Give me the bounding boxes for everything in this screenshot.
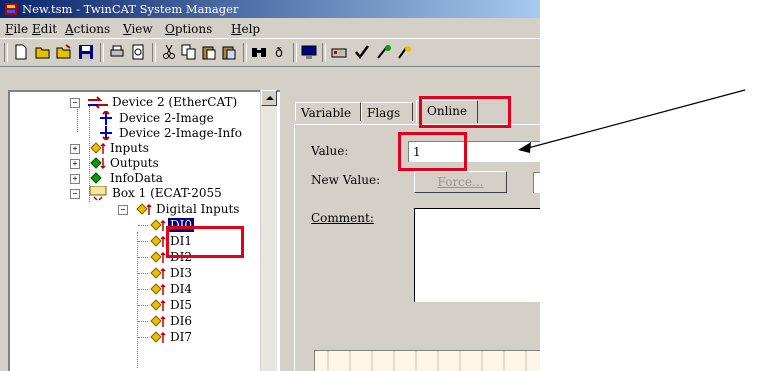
tree-item-di4[interactable]: DI4: [138, 282, 268, 297]
tab-flags[interactable]: Flags: [361, 102, 413, 121]
highlight-online-tab: [419, 96, 511, 128]
toolbar: ð: [0, 38, 540, 67]
open-alt-icon[interactable]: [56, 44, 72, 60]
window-title: New.tsm - TwinCAT System Manager: [22, 2, 239, 16]
collapse-icon[interactable]: −: [118, 205, 128, 215]
tree-item-outputs[interactable]: + Outputs: [66, 156, 266, 171]
ethercat-device-icon: [88, 96, 108, 109]
collapse-icon[interactable]: −: [70, 98, 80, 108]
svg-text:ð: ð: [275, 46, 283, 60]
di-variable-icon: [150, 219, 166, 231]
paste-special-icon[interactable]: [221, 44, 237, 60]
paste-icon[interactable]: [201, 44, 217, 60]
box-module-icon: [89, 186, 107, 201]
menu-file[interactable]: File: [5, 22, 28, 36]
open-icon[interactable]: [35, 44, 51, 60]
expand-icon[interactable]: +: [70, 159, 80, 169]
menu-view[interactable]: View: [123, 22, 153, 36]
infodata-icon: [90, 172, 102, 184]
activate-icon[interactable]: [376, 44, 392, 60]
tab-variable[interactable]: Variable: [295, 102, 361, 121]
print-icon[interactable]: [109, 44, 125, 60]
tree-item-infodata[interactable]: + InfoData: [66, 171, 266, 186]
title-bar: New.tsm - TwinCAT System Manager: [0, 0, 540, 18]
find-icon[interactable]: [251, 44, 267, 60]
device-icon[interactable]: [331, 44, 347, 60]
di-variable-icon: [150, 299, 166, 311]
di-variable-icon: [150, 267, 166, 279]
twincat-window: New.tsm - TwinCAT System Manager File Ed…: [0, 0, 540, 371]
cut-icon[interactable]: [161, 44, 177, 60]
menu-help[interactable]: Help: [231, 22, 260, 36]
tree-item-di6[interactable]: DI6: [138, 314, 268, 329]
check-icon[interactable]: [354, 44, 370, 60]
value-label: Value:: [311, 144, 349, 158]
save-icon[interactable]: [78, 44, 94, 60]
monitor-icon[interactable]: [301, 44, 317, 60]
collapse-icon[interactable]: −: [70, 189, 80, 199]
menu-edit[interactable]: Edit: [32, 22, 57, 36]
di-variable-icon: [150, 331, 166, 343]
tree-item-digital-inputs[interactable]: − Digital Inputs: [114, 202, 280, 217]
print-preview-icon[interactable]: [130, 44, 146, 60]
highlight-value-field: [398, 132, 467, 171]
menu-bar: File Edit Actions View Options Help: [0, 19, 540, 38]
inputs-icon: [90, 142, 106, 154]
force-button[interactable]: Force...: [414, 171, 507, 193]
expand-icon[interactable]: +: [70, 174, 80, 184]
scroll-up-arrow-icon[interactable]: [261, 90, 277, 106]
image-icon: [100, 111, 112, 125]
pane-splitter[interactable]: [280, 90, 286, 371]
comment-label: Comment:: [311, 211, 374, 225]
tree-item-image-info[interactable]: Device 2-Image-Info: [92, 126, 272, 141]
tree-item-inputs[interactable]: + Inputs: [66, 141, 266, 156]
grid-lines: [327, 351, 527, 371]
tree-item-device[interactable]: − Device 2 (EtherCAT): [66, 95, 266, 110]
tree-item-di3[interactable]: DI3: [138, 266, 268, 281]
new-value-field[interactable]: [533, 172, 540, 193]
tree-item-di5[interactable]: DI5: [138, 298, 268, 313]
di-variable-icon: [150, 283, 166, 295]
new-icon[interactable]: [13, 44, 29, 60]
tree-item-box[interactable]: − Box 1 (ECAT-2055: [66, 186, 276, 201]
twincat-app-icon: [5, 3, 17, 15]
outputs-icon: [90, 157, 106, 170]
digital-inputs-icon: [136, 203, 152, 215]
menu-options[interactable]: Options: [165, 22, 212, 36]
di-variable-icon: [150, 315, 166, 327]
menu-actions[interactable]: Actions: [65, 22, 110, 36]
di-variable-icon: [150, 235, 166, 247]
image-info-icon: [100, 126, 112, 140]
tree-item-image[interactable]: Device 2-Image: [92, 111, 272, 126]
tree-scrollbar[interactable]: [260, 90, 277, 371]
highlight-di0: [166, 226, 244, 258]
expand-icon[interactable]: +: [70, 144, 80, 154]
copy-icon[interactable]: [181, 44, 197, 60]
new-value-label: New Value:: [311, 173, 381, 187]
debug-icon[interactable]: [397, 44, 413, 60]
comment-field[interactable]: [414, 208, 540, 302]
di-variable-icon: [150, 251, 166, 263]
tree-item-di7[interactable]: DI7: [138, 330, 268, 345]
variable-icon[interactable]: ð: [272, 44, 288, 60]
online-history-grid: [314, 350, 540, 371]
